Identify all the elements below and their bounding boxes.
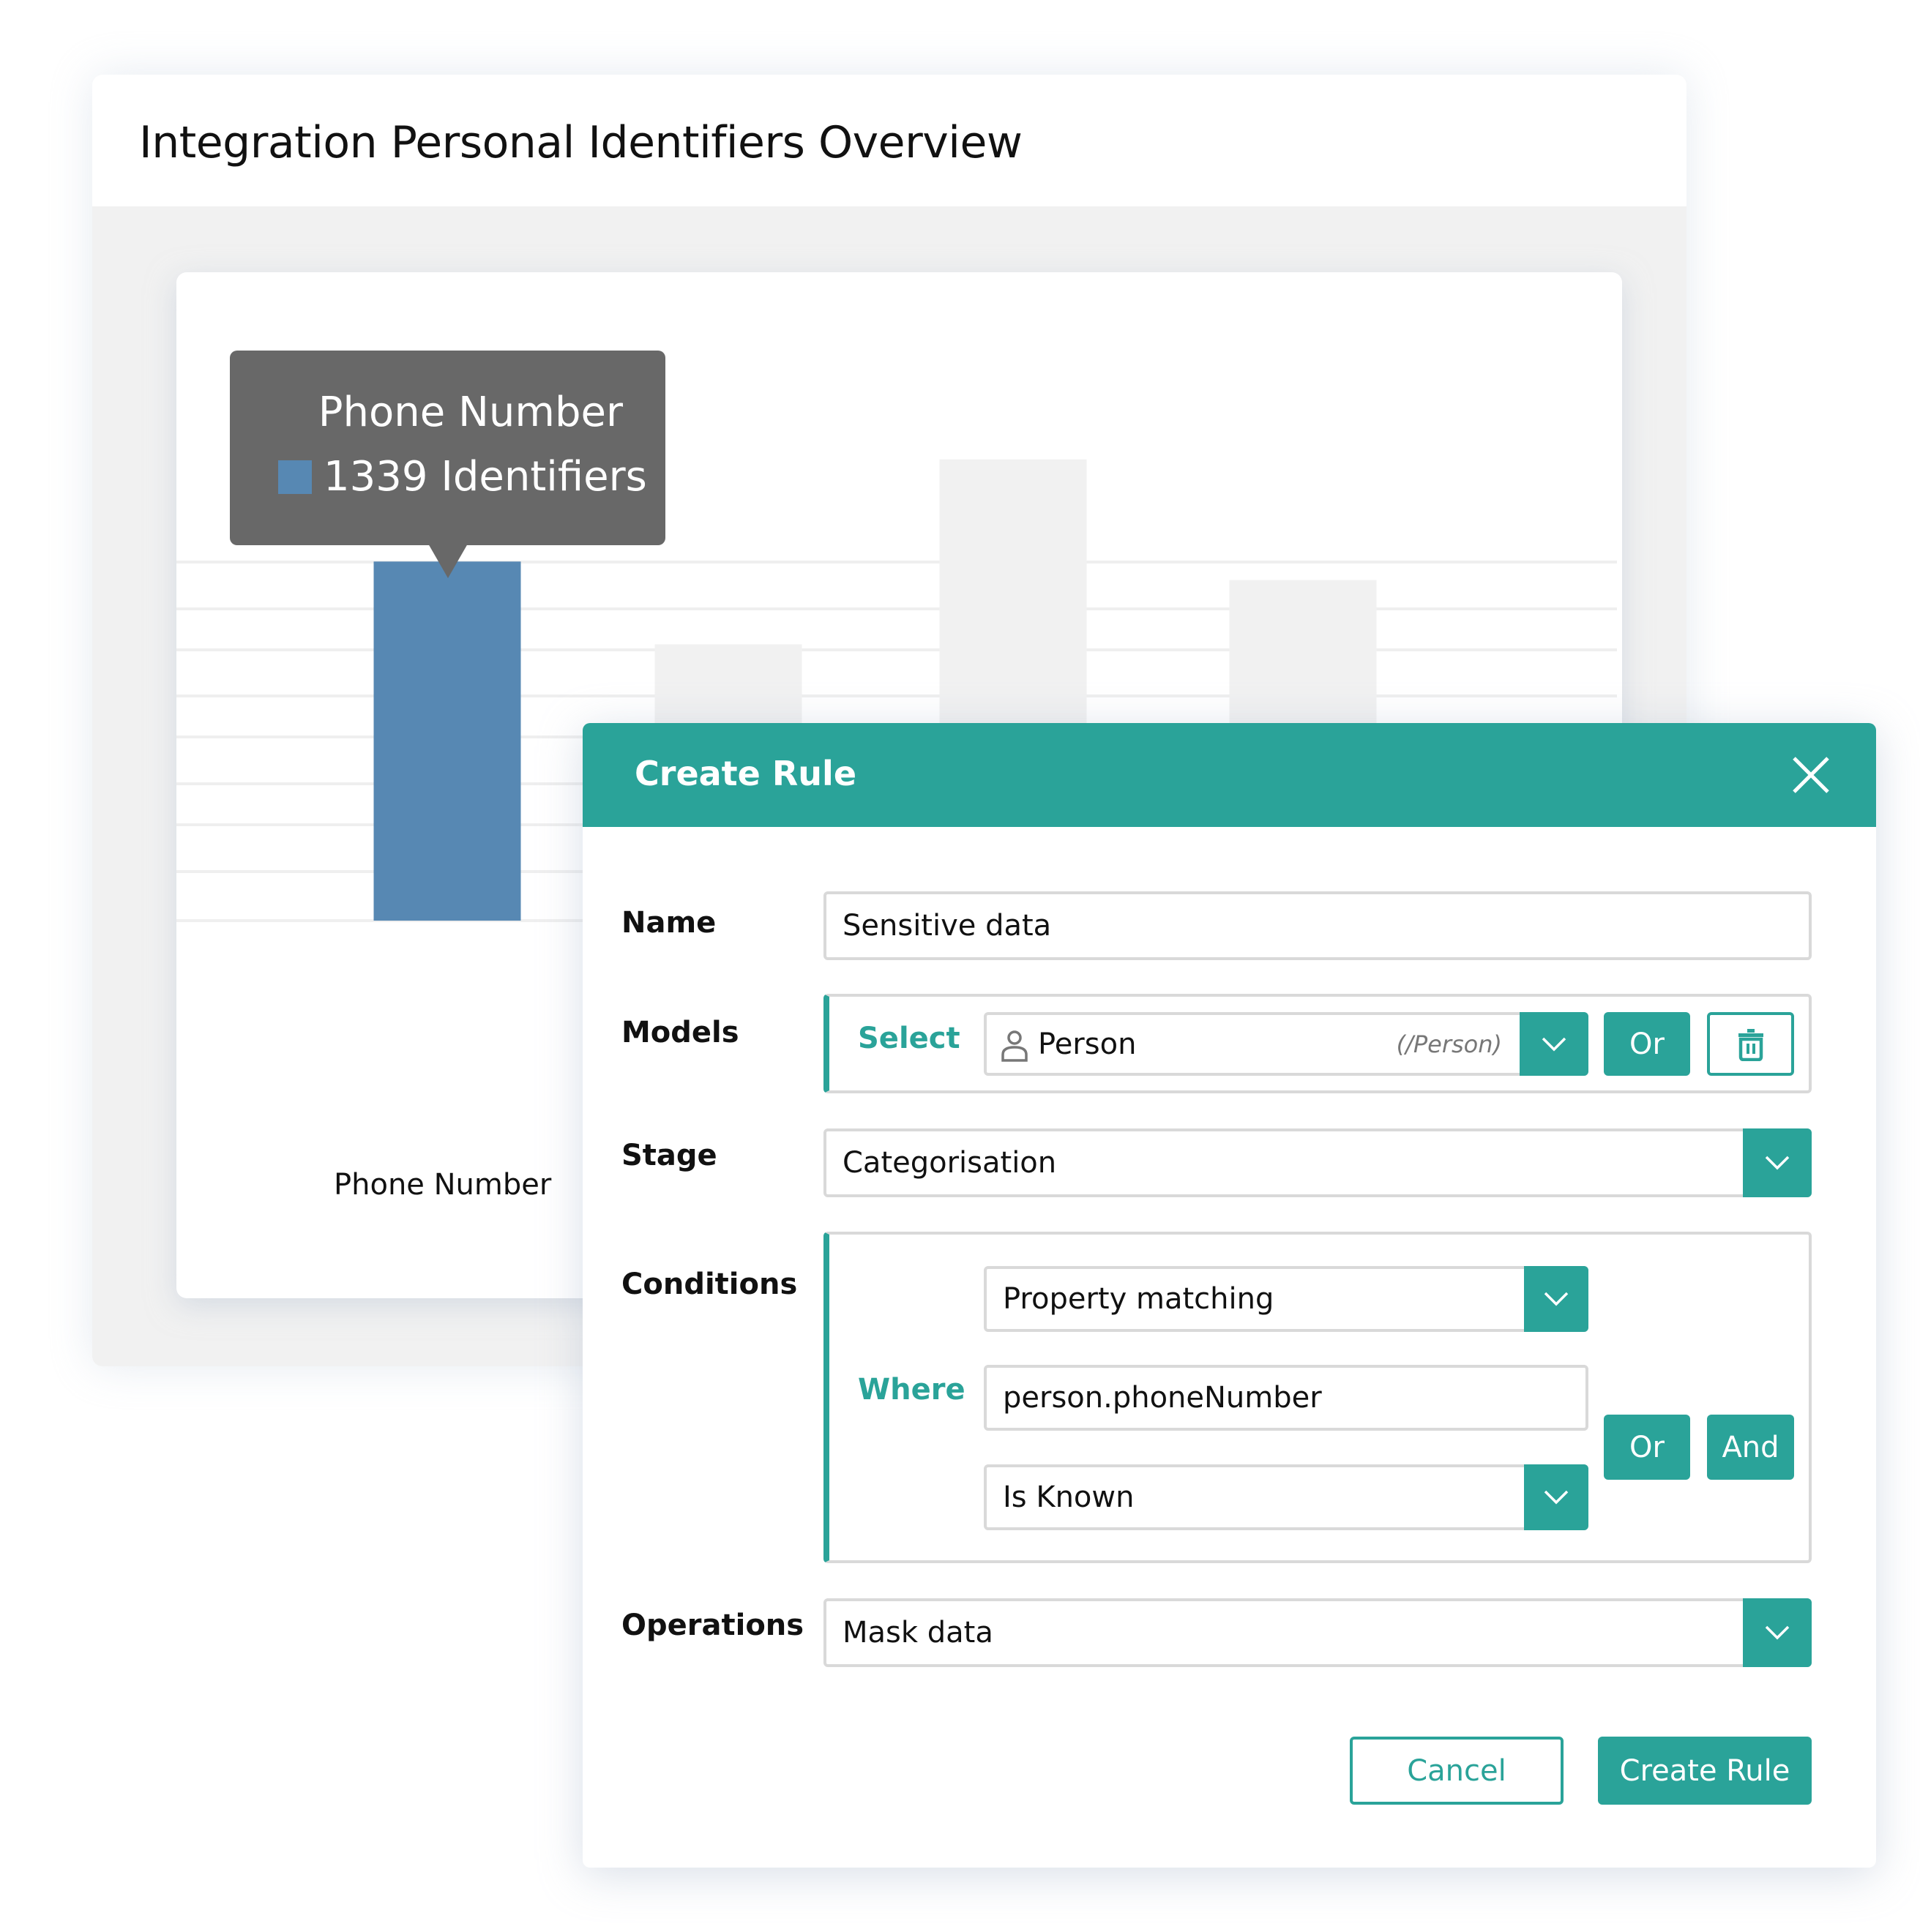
stage-label: Stage (621, 1139, 717, 1172)
trash-icon (1738, 1028, 1763, 1061)
models-or-button[interactable]: Or (1604, 1012, 1690, 1076)
cancel-button[interactable]: Cancel (1350, 1737, 1564, 1805)
matcher-dropdown-button[interactable] (1524, 1266, 1588, 1332)
operations-dropdown-button[interactable] (1743, 1598, 1812, 1667)
tooltip-title: Phone Number (318, 389, 623, 436)
operator-select[interactable]: Is Known (984, 1464, 1588, 1530)
overview-header: Integration Personal Identifiers Overvie… (92, 75, 1686, 206)
legend-swatch (278, 460, 312, 494)
chevron-down-icon (1542, 1037, 1566, 1051)
tooltip-value: 1339 Identifiers (324, 453, 647, 501)
models-select-label: Select (858, 1022, 960, 1055)
model-select[interactable]: Person (/Person) (984, 1012, 1588, 1076)
chevron-down-icon (1765, 1156, 1790, 1170)
matcher-select[interactable]: Property matching (984, 1266, 1588, 1332)
property-input-value: person.phoneNumber (1003, 1381, 1322, 1415)
conditions-label: Conditions (621, 1268, 798, 1301)
name-label: Name (621, 906, 717, 940)
x-tick-label: Phone Number (334, 1168, 552, 1202)
close-icon (1793, 757, 1829, 793)
operations-select[interactable]: Mask data (823, 1598, 1812, 1667)
model-path: (/Person) (1396, 1030, 1502, 1058)
page-title: Integration Personal Identifiers Overvie… (139, 117, 1023, 168)
chevron-down-icon (1765, 1625, 1790, 1640)
operator-dropdown-button[interactable] (1524, 1464, 1588, 1530)
person-icon (1001, 1030, 1028, 1062)
dialog-header: Create Rule (583, 723, 1876, 827)
where-label: Where (858, 1373, 965, 1407)
stage-dropdown-button[interactable] (1743, 1128, 1812, 1197)
create-rule-button[interactable]: Create Rule (1598, 1737, 1812, 1805)
dialog-title: Create Rule (635, 754, 857, 793)
model-dropdown-button[interactable] (1520, 1012, 1588, 1076)
chevron-down-icon (1544, 1292, 1569, 1306)
tooltip-value-row: 1339 Identifiers (278, 453, 647, 501)
operator-select-value: Is Known (1003, 1480, 1135, 1514)
conditions-or-button[interactable]: Or (1604, 1415, 1690, 1480)
delete-model-button[interactable] (1707, 1012, 1794, 1076)
bar-phone-number[interactable] (373, 561, 521, 921)
operations-label: Operations (621, 1609, 804, 1642)
tooltip-arrow (428, 544, 468, 578)
chart-tooltip: Phone Number 1339 Identifiers (230, 351, 665, 545)
matcher-select-value: Property matching (1003, 1282, 1274, 1316)
name-input[interactable]: Sensitive data (823, 891, 1812, 960)
model-select-value: Person (1038, 1027, 1137, 1061)
close-button[interactable] (1785, 749, 1837, 801)
stage-select-value: Categorisation (843, 1146, 1057, 1180)
conditions-and-button[interactable]: And (1707, 1415, 1794, 1480)
property-input[interactable]: person.phoneNumber (984, 1365, 1588, 1431)
create-rule-dialog: Create Rule Name Sensitive data Models S… (583, 723, 1876, 1868)
stage-select[interactable]: Categorisation (823, 1128, 1812, 1197)
chevron-down-icon (1544, 1490, 1569, 1505)
name-input-value: Sensitive data (843, 909, 1052, 943)
operations-select-value: Mask data (843, 1616, 993, 1650)
models-label: Models (621, 1016, 739, 1049)
